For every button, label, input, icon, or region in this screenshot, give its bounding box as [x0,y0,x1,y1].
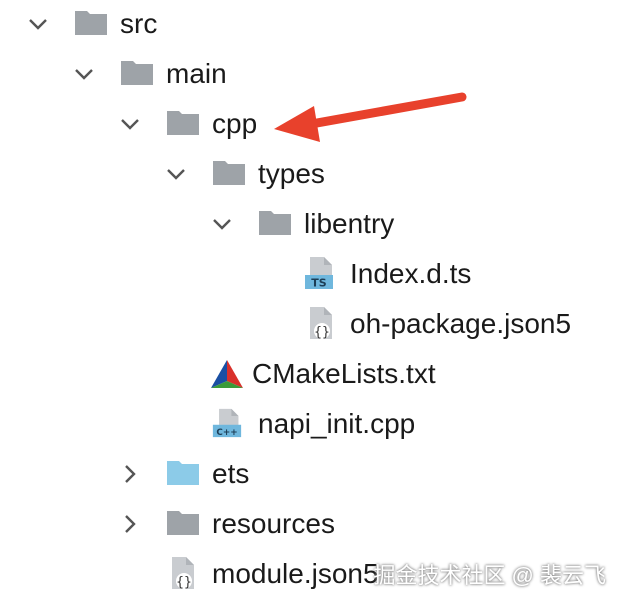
watermark: 掘金技术社区 @ 裴云飞 [373,563,606,588]
annotation-arrow [274,92,467,142]
